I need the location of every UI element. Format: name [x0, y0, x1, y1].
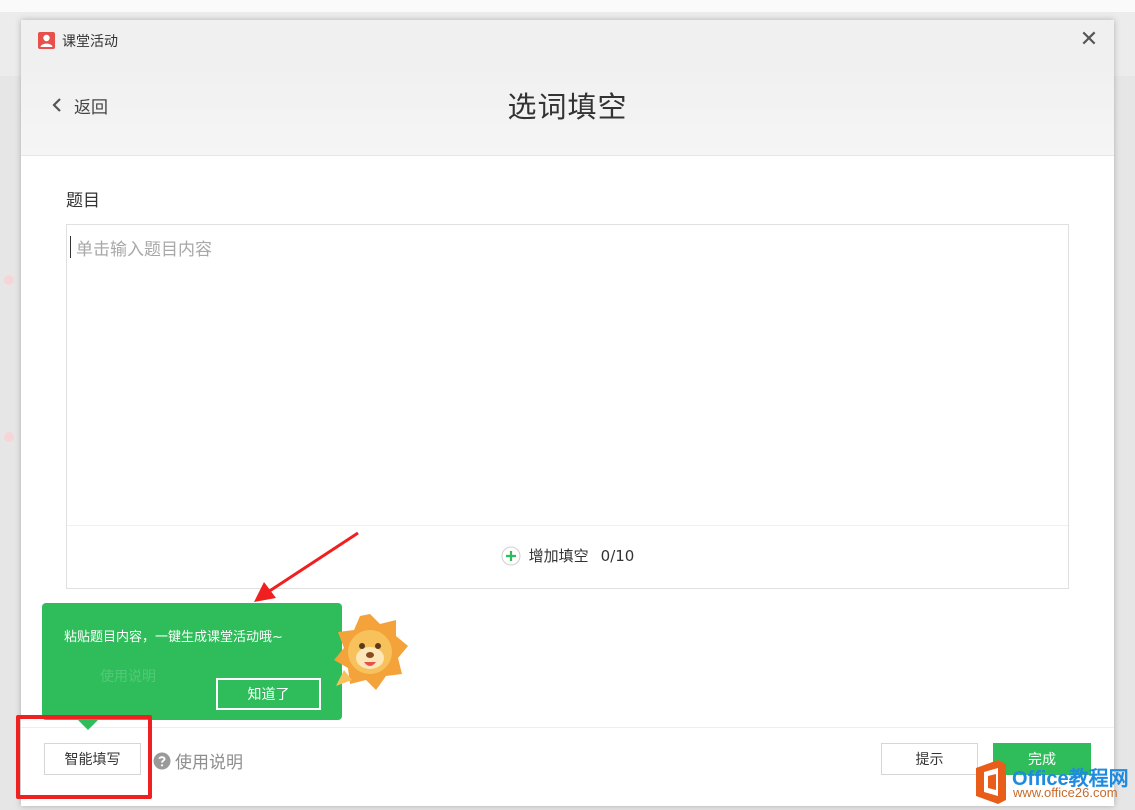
background-decoration [4, 275, 14, 285]
lion-mascot-icon [334, 614, 408, 690]
add-blank-label: 增加填空 [528, 547, 589, 565]
window-titlebar: 课堂活动 ✕ [21, 20, 1114, 60]
dialog-footer: 智能填写 使用说明 提示 完成 [21, 727, 1114, 806]
question-placeholder: 单击输入题目内容 [76, 240, 212, 260]
plus-circle-icon [501, 546, 521, 565]
background-decoration [4, 432, 14, 442]
help-link[interactable]: 使用说明 [153, 748, 243, 773]
close-icon: ✕ [1079, 27, 1099, 52]
annotation-highlight-box [16, 715, 152, 799]
site-watermark: Office教程网 www.office26.com [970, 760, 1132, 806]
watermark-url: www.office26.com [1013, 785, 1118, 800]
page-title: 选词填空 [507, 90, 628, 124]
tooltip-ghost-text: 使用说明 [100, 669, 156, 685]
close-button[interactable]: ✕ [1078, 29, 1100, 51]
dialog-header: 返回 选词填空 [21, 60, 1114, 156]
office-logo-icon [976, 760, 1006, 804]
tooltip-message: 粘贴题目内容，一键生成课堂活动哦~ [64, 630, 283, 645]
user-icon [38, 32, 55, 49]
hint-button[interactable]: 提示 [881, 743, 978, 775]
blank-count: 0/10 [600, 546, 635, 565]
smart-fill-tooltip: 粘贴题目内容，一键生成课堂活动哦~ 使用说明 知道了 [42, 603, 342, 730]
question-editor[interactable]: 单击输入题目内容 增加填空 0/10 [66, 224, 1069, 589]
got-it-button[interactable]: 知道了 [216, 678, 321, 710]
text-caret [70, 236, 71, 258]
background-top-strip [0, 0, 1135, 12]
help-label: 使用说明 [175, 753, 243, 773]
editor-divider [67, 525, 1068, 526]
question-circle-icon [153, 752, 171, 769]
question-label: 题目 [66, 191, 100, 211]
annotation-arrow [254, 531, 359, 602]
add-blank-button[interactable]: 增加填空 0/10 [67, 545, 1068, 566]
window-title: 课堂活动 [62, 34, 118, 50]
